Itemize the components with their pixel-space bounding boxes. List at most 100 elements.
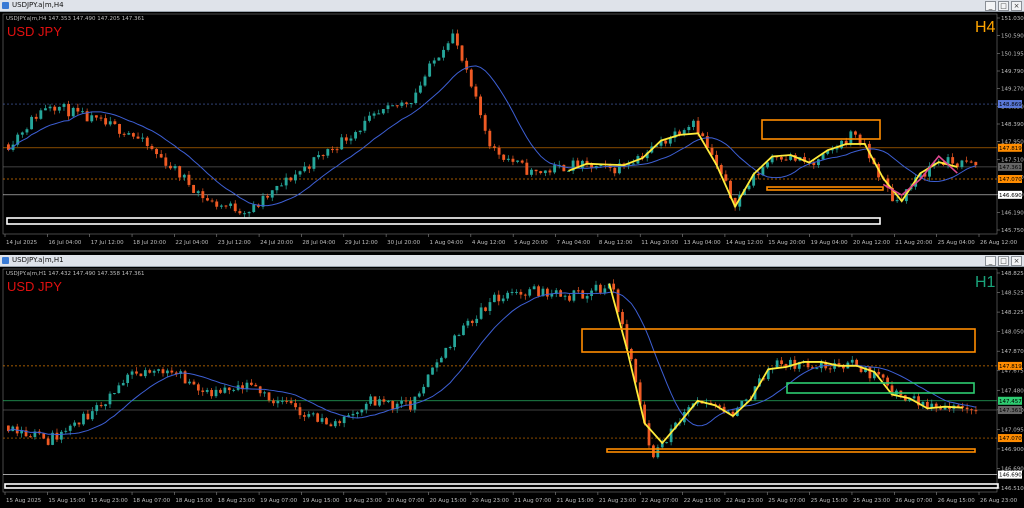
candle-body: [435, 362, 439, 368]
candle-body: [372, 113, 376, 116]
candle-body: [130, 371, 134, 375]
y-tick-label: 145.750: [1001, 228, 1024, 234]
price-tag-label: 147.070: [999, 436, 1022, 442]
support-zone-box: [6, 217, 881, 225]
y-tick-label: 147.095: [1001, 427, 1024, 433]
candle-body: [99, 117, 103, 119]
window-titlebar[interactable]: USDJPY.a|m,H4 _ □ ×: [0, 0, 1024, 12]
candle-body: [378, 399, 381, 406]
candle-body: [233, 203, 237, 212]
candle-body: [603, 288, 607, 293]
x-tick-label: 26 Aug 12:00: [980, 240, 1018, 246]
candle-body: [368, 115, 371, 121]
candle-body: [442, 49, 445, 58]
candle-body: [502, 154, 506, 160]
candle-body: [30, 116, 34, 130]
candle-body: [90, 411, 94, 420]
minimize-button[interactable]: _: [985, 1, 996, 11]
candle-body: [276, 400, 280, 404]
x-tick-label: 20 Aug 23:00: [472, 498, 510, 504]
candle-body: [835, 148, 839, 150]
candle-body: [493, 146, 496, 148]
candle-body: [344, 137, 348, 141]
candle-body: [539, 171, 543, 174]
candle-body: [437, 57, 441, 61]
candle-body: [139, 373, 143, 377]
candle-body: [39, 110, 43, 119]
candle-body: [849, 131, 853, 144]
y-tick-label: 146.190: [1001, 210, 1024, 216]
price-chart-h1[interactable]: 148.825148.525148.225148.050147.870147.6…: [0, 267, 1024, 508]
candle-body: [501, 298, 505, 302]
candle-body: [307, 414, 311, 417]
candle-body: [60, 431, 63, 440]
y-tick-label: 148.525: [1001, 291, 1024, 297]
candle-body: [311, 413, 315, 415]
candle-body: [317, 155, 320, 158]
candle-body: [316, 413, 320, 422]
candle-body: [145, 137, 149, 147]
candle-body: [568, 295, 571, 301]
candle-body: [497, 294, 501, 302]
candle-body: [432, 60, 436, 64]
candle-body: [113, 121, 117, 125]
candle-body: [48, 106, 52, 109]
price-chart-h4[interactable]: 151.030 150.590 150.195 149.790 149.270 148.8…: [0, 12, 1024, 250]
candle-body: [182, 174, 186, 178]
candle-body: [289, 177, 293, 181]
candle-body: [77, 422, 81, 425]
candle-body: [280, 185, 283, 187]
candle-body: [612, 283, 616, 290]
candle-body: [164, 157, 168, 166]
candle-body: [534, 169, 538, 172]
candle-body: [294, 403, 297, 408]
target-box: [786, 382, 975, 394]
x-tick-label: 26 Aug 23:00: [980, 498, 1018, 504]
candle-body: [373, 396, 377, 406]
candle-body: [227, 387, 231, 391]
candle-body: [965, 407, 969, 410]
candle-body: [895, 200, 899, 202]
candle-body: [161, 369, 165, 374]
maximize-button[interactable]: □: [998, 256, 1009, 266]
support-zone-box: [4, 483, 999, 489]
candle-body: [530, 169, 533, 175]
candle-body: [214, 389, 218, 397]
candle-body: [965, 160, 968, 162]
minimize-button[interactable]: _: [985, 256, 996, 266]
maximize-button[interactable]: □: [998, 1, 1009, 11]
candle-body: [254, 384, 258, 387]
candle-body: [270, 190, 274, 198]
candle-body: [744, 399, 748, 401]
candle-body: [664, 140, 668, 144]
chart-window-h1[interactable]: USDJPY.a|m,H1 _ □ × 148.825 148.525 148.22…: [0, 255, 1024, 508]
close-button[interactable]: ×: [1011, 256, 1022, 266]
window-titlebar[interactable]: USDJPY.a|m,H1 _ □ ×: [0, 255, 1024, 267]
candle-body: [974, 410, 978, 412]
y-tick-label: 148.825: [1001, 271, 1024, 277]
candle-body: [67, 104, 71, 117]
candle-body: [493, 294, 496, 303]
candle-body: [95, 405, 99, 412]
candle-body: [756, 174, 760, 176]
candle-body: [250, 382, 253, 385]
candle-body: [340, 137, 344, 150]
candle-body: [613, 167, 617, 174]
candle-body: [243, 213, 246, 215]
price-tag-label: 147.361: [999, 165, 1022, 171]
x-tick-label: 18 Aug 07:00: [133, 498, 171, 504]
candle-body: [307, 166, 311, 169]
candle-body: [187, 174, 191, 185]
x-tick-label: 15 Aug 15:00: [48, 498, 86, 504]
price-tag-label: 147.070: [999, 177, 1022, 183]
y-tick-label: 149.270: [1001, 87, 1024, 93]
x-tick-label: 20 Aug 07:00: [387, 498, 425, 504]
candle-body: [516, 160, 520, 162]
candle-body: [356, 412, 359, 414]
candle-body: [333, 421, 337, 427]
candle-body: [515, 291, 518, 293]
close-button[interactable]: ×: [1011, 1, 1022, 11]
candle-body: [546, 288, 549, 297]
candle-body: [64, 430, 68, 432]
chart-window-h4[interactable]: USDJPY.a|m,H4 _ □ × 151.030 150.590 150.19…: [0, 0, 1024, 252]
